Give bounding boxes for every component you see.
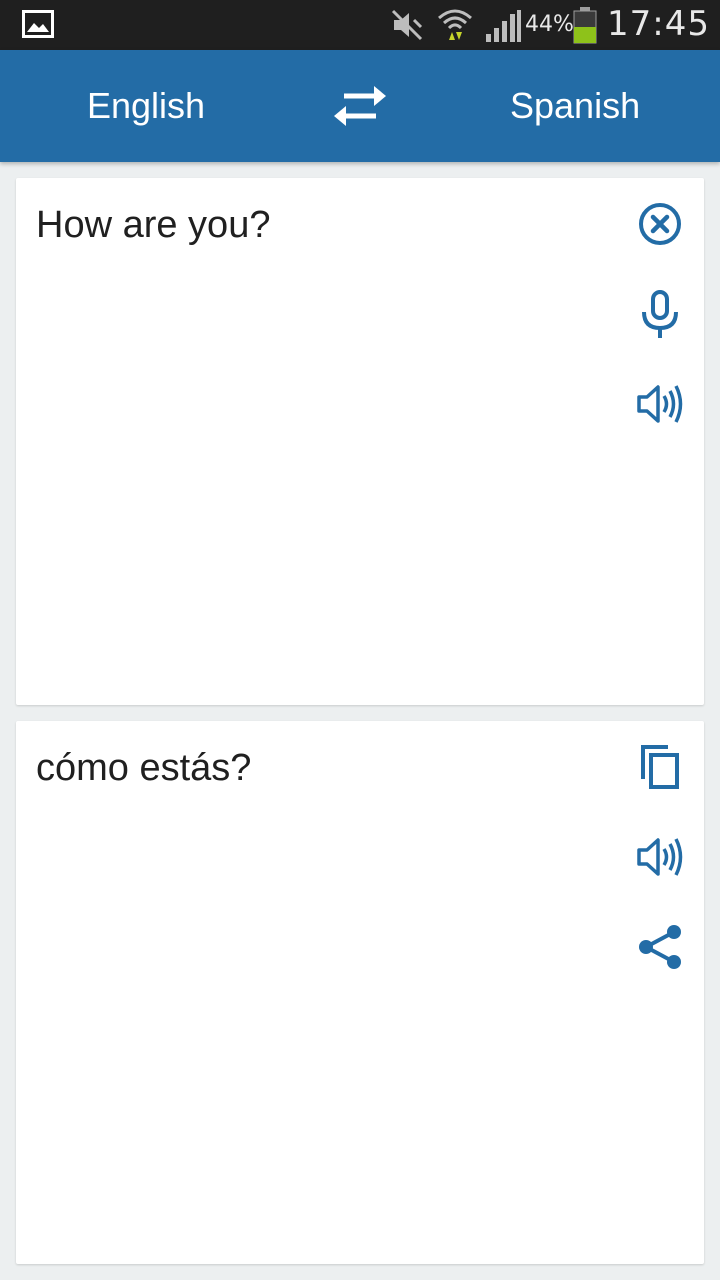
- speaker-icon[interactable]: [634, 831, 686, 883]
- source-text-input[interactable]: How are you?: [36, 204, 270, 247]
- battery-icon: [573, 7, 597, 44]
- source-text-panel: How are you?: [16, 178, 704, 705]
- microphone-icon[interactable]: [634, 288, 686, 340]
- swap-arrows-icon[interactable]: [332, 84, 388, 128]
- copy-icon[interactable]: [634, 741, 686, 793]
- mute-icon: [391, 9, 423, 41]
- target-language-button[interactable]: Spanish: [510, 50, 640, 162]
- clear-icon[interactable]: [634, 198, 686, 250]
- source-language-button[interactable]: English: [87, 50, 205, 162]
- share-icon[interactable]: [634, 921, 686, 973]
- translation-panel: cómo estás?: [16, 721, 704, 1264]
- image-notification-icon: [22, 10, 54, 38]
- signal-icon: [486, 10, 521, 42]
- speaker-icon[interactable]: [634, 378, 686, 430]
- battery-percent: 44%: [525, 12, 574, 37]
- clock: 17:45: [607, 4, 710, 44]
- wifi-icon: [438, 9, 472, 40]
- language-bar: English Spanish: [0, 50, 720, 162]
- translated-text: cómo estás?: [36, 747, 252, 789]
- status-bar: 44% 17:45: [0, 0, 720, 50]
